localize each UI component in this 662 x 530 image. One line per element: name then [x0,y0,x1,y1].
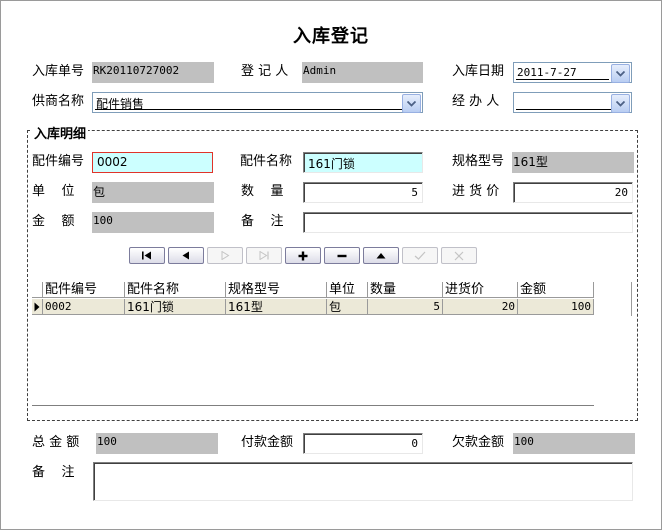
supplier-underline [95,109,402,110]
part-name-input[interactable]: 161门锁 [303,152,423,173]
handler-dropdown-button[interactable] [611,94,630,113]
nav-cancel-button[interactable] [441,247,477,264]
grid-cell-price[interactable]: 20 [443,299,518,315]
grid-scrollbar[interactable] [631,282,633,316]
nav-edit-button[interactable] [363,247,399,264]
detail-remark-input[interactable] [303,212,633,233]
footer-remark-label: 备 注 [32,465,75,480]
detail-remark-label: 备 注 [241,214,284,229]
date-label: 入库日期 [452,64,505,79]
qty-input[interactable]: 5 [303,182,423,203]
grid-header-part-no[interactable]: 配件编号 [43,282,125,298]
grid-cell-spec[interactable]: 161型 [226,299,327,315]
grid-header-amount[interactable]: 金额 [518,282,594,298]
nav-post-button[interactable] [402,247,438,264]
price-label: 进 货 价 [452,184,500,199]
spec-field: 161型 [512,152,634,173]
unit-field: 包 [92,182,214,203]
grid-header-spec[interactable]: 规格型号 [226,282,327,298]
grid-header-price[interactable]: 进货价 [443,282,518,298]
order-no-label: 入库单号 [32,64,85,79]
amount-field: 100 [92,212,214,233]
owed-field: 100 [513,433,635,454]
price-input[interactable]: 20 [513,182,633,203]
grid-cell-part-name[interactable]: 161门锁 [125,299,226,315]
grid-cell-qty[interactable]: 5 [368,299,443,315]
date-dropdown-button[interactable] [611,64,630,83]
registrar-label: 登 记 人 [241,64,289,79]
qty-label: 数 量 [241,184,284,199]
unit-label: 单 位 [32,184,75,199]
date-picker[interactable]: 2011-7-27 [513,62,632,83]
handler-underline [516,109,611,110]
part-no-input[interactable]: 0002 [92,152,213,173]
grid-header-part-name[interactable]: 配件名称 [125,282,226,298]
up-triangle-icon [376,252,386,258]
first-icon [142,251,151,260]
nav-prior-button[interactable] [168,247,204,264]
last-icon [259,251,269,260]
paid-label: 付款金额 [241,435,294,450]
handler-label: 经 办 人 [452,94,500,109]
chevron-down-icon [616,100,625,107]
grid-cell-unit[interactable]: 包 [327,299,368,315]
current-row-icon [34,302,40,312]
grid-row-indicator [32,299,43,315]
next-icon [221,251,230,260]
supplier-select[interactable]: 配件销售 [92,92,423,113]
total-label: 总 金 额 [32,435,80,450]
prior-icon [182,251,189,260]
footer-remark-textarea[interactable] [93,462,633,501]
nav-first-button[interactable] [129,247,165,264]
grid-header-qty[interactable]: 数量 [368,282,443,298]
grid-header-unit[interactable]: 单位 [327,282,368,298]
check-icon [414,251,426,260]
plus-icon [298,251,308,260]
grid-header-row: 配件编号 配件名称 规格型号 单位 数量 进货价 金额 [32,282,594,298]
grid-indicator-header [32,282,43,298]
nav-last-button[interactable] [246,247,282,264]
chevron-down-icon [616,70,625,77]
order-no-field: RK20110727002 [92,62,214,83]
handler-select[interactable] [513,92,632,113]
table-row[interactable]: 0002 161门锁 161型 包 5 20 100 [32,299,594,315]
detail-group-legend: 入库明细 [32,123,89,142]
amount-label: 金 额 [32,214,75,229]
date-value: 2011-7-27 [517,66,577,79]
registrar-field: Admin [302,62,423,83]
paid-input[interactable]: 0 [303,433,423,454]
supplier-dropdown-button[interactable] [402,94,421,113]
nav-insert-button[interactable] [285,247,321,264]
detail-grid[interactable]: 配件编号 配件名称 规格型号 单位 数量 进货价 金额 0002 161门锁 1… [32,282,594,406]
grid-cell-part-no[interactable]: 0002 [43,299,125,315]
total-field: 100 [96,433,218,454]
part-no-label: 配件编号 [32,154,85,169]
owed-label: 欠款金额 [452,435,505,450]
spec-label: 规格型号 [452,154,505,169]
minus-icon [337,254,347,257]
supplier-label: 供商名称 [32,94,85,109]
part-name-label: 配件名称 [240,154,293,169]
date-underline [516,79,609,80]
nav-next-button[interactable] [207,247,243,264]
x-icon [454,251,464,260]
page-title: 入库登记 [293,26,369,47]
nav-delete-button[interactable] [324,247,360,264]
grid-cell-amount[interactable]: 100 [518,299,594,315]
chevron-down-icon [407,100,416,107]
